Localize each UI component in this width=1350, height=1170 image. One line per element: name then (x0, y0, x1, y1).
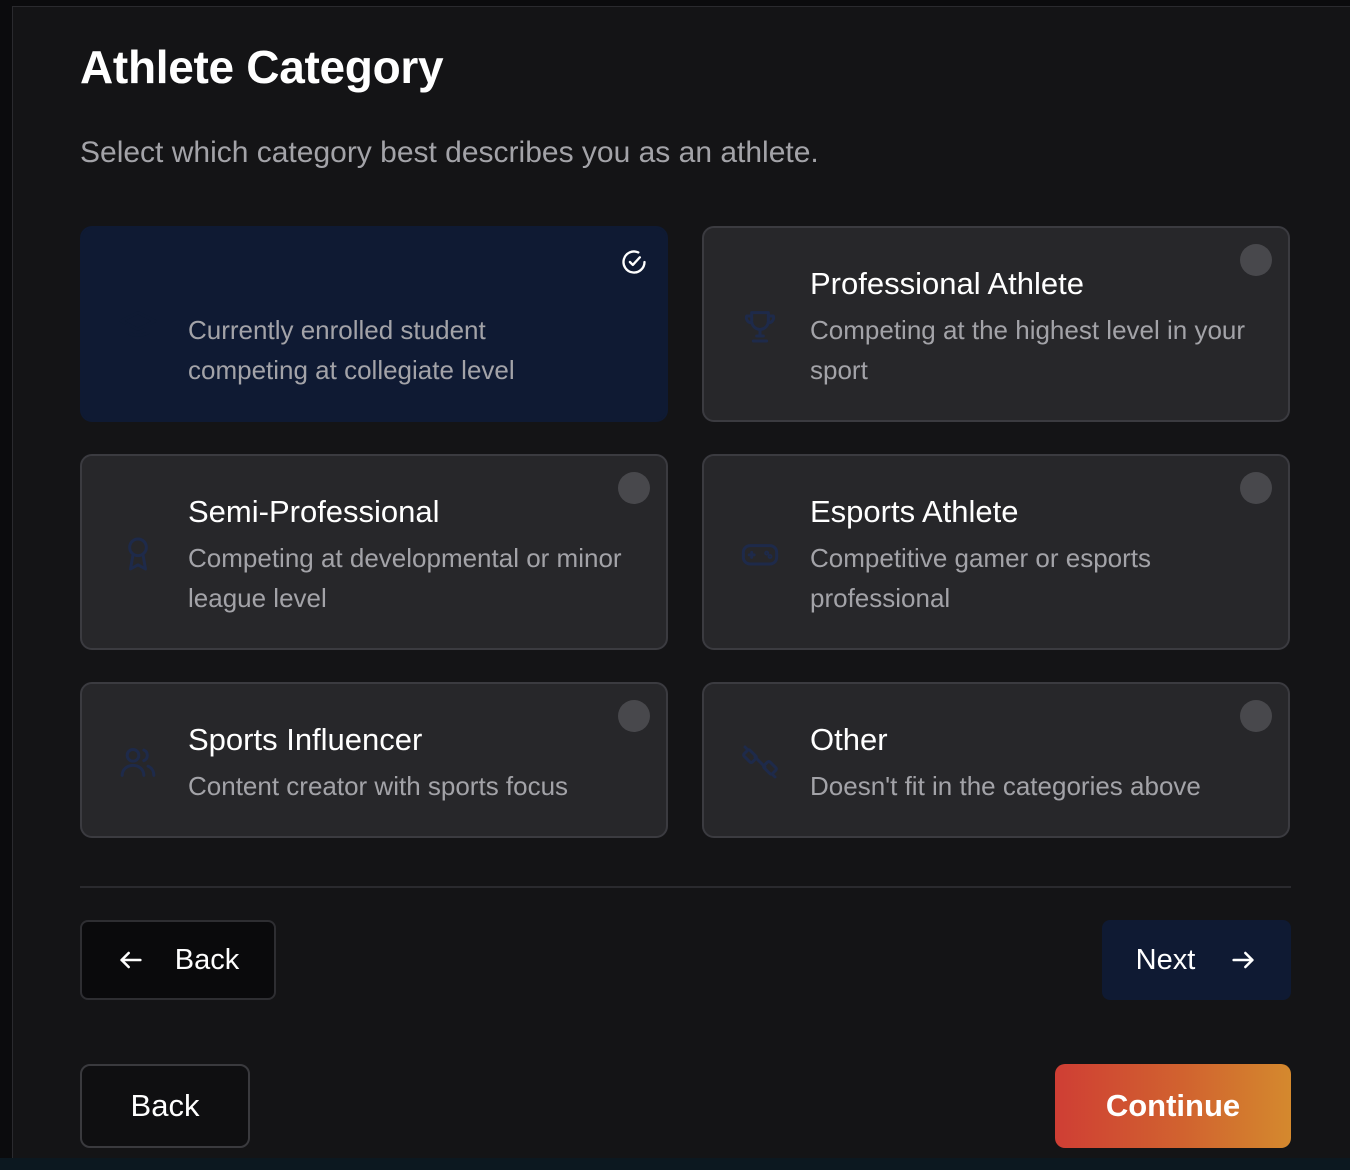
category-card-esports[interactable]: Esports Athlete Competitive gamer or esp… (702, 454, 1290, 650)
check-circle-icon (620, 248, 648, 276)
arrow-left-icon (117, 946, 145, 974)
radio-indicator[interactable] (618, 700, 650, 732)
trophy-icon (740, 306, 780, 346)
radio-indicator[interactable] (1240, 472, 1272, 504)
category-title: Esports Athlete (810, 494, 1019, 529)
divider (80, 886, 1291, 888)
category-card-other[interactable]: Other Doesn't fit in the categories abov… (702, 682, 1290, 838)
category-description: Competing at the highest level in your s… (810, 315, 1246, 385)
arrow-right-icon (1229, 946, 1257, 974)
back-button[interactable]: Back (80, 920, 276, 1000)
category-card-college[interactable]: Currently enrolled student competing at … (80, 226, 668, 422)
footer-back-button[interactable]: Back (80, 1064, 250, 1148)
bottom-strip (0, 1158, 1350, 1170)
category-description: Competing at developmental or minor leag… (188, 543, 622, 613)
page-subtitle: Select which category best describes you… (80, 136, 819, 169)
footer-back-label: Back (130, 1088, 200, 1123)
category-description: Content creator with sports focus (188, 771, 569, 801)
award-ribbon-icon (118, 534, 158, 574)
back-button-label: Back (174, 943, 240, 976)
next-button-label: Next (1135, 943, 1196, 976)
page-title: Athlete Category (80, 41, 444, 93)
category-card-influencer[interactable]: Sports Influencer Content creator with s… (80, 682, 668, 838)
gamepad-icon (740, 534, 780, 574)
radio-indicator[interactable] (1240, 244, 1272, 276)
dumbbell-icon (740, 742, 780, 782)
category-title: Sports Influencer (188, 722, 423, 757)
radio-indicator[interactable] (618, 472, 650, 504)
category-description: Competitive gamer or esports professiona… (810, 543, 1152, 613)
radio-indicator[interactable] (1240, 700, 1272, 732)
graduation-cap-icon (118, 306, 158, 346)
continue-button[interactable]: Continue (1055, 1064, 1291, 1148)
category-description: Doesn't fit in the categories above (810, 771, 1201, 801)
category-card-semi-professional[interactable]: Semi-Professional Competing at developme… (80, 454, 668, 650)
next-button[interactable]: Next (1102, 920, 1291, 1000)
category-title: Other (810, 722, 888, 757)
users-icon (118, 742, 158, 782)
category-card-professional[interactable]: Professional Athlete Competing at the hi… (702, 226, 1290, 422)
continue-label: Continue (1105, 1088, 1241, 1123)
category-title: Semi-Professional (188, 494, 440, 529)
category-title: Professional Athlete (810, 266, 1085, 301)
category-description: Currently enrolled student competing at … (188, 315, 515, 385)
